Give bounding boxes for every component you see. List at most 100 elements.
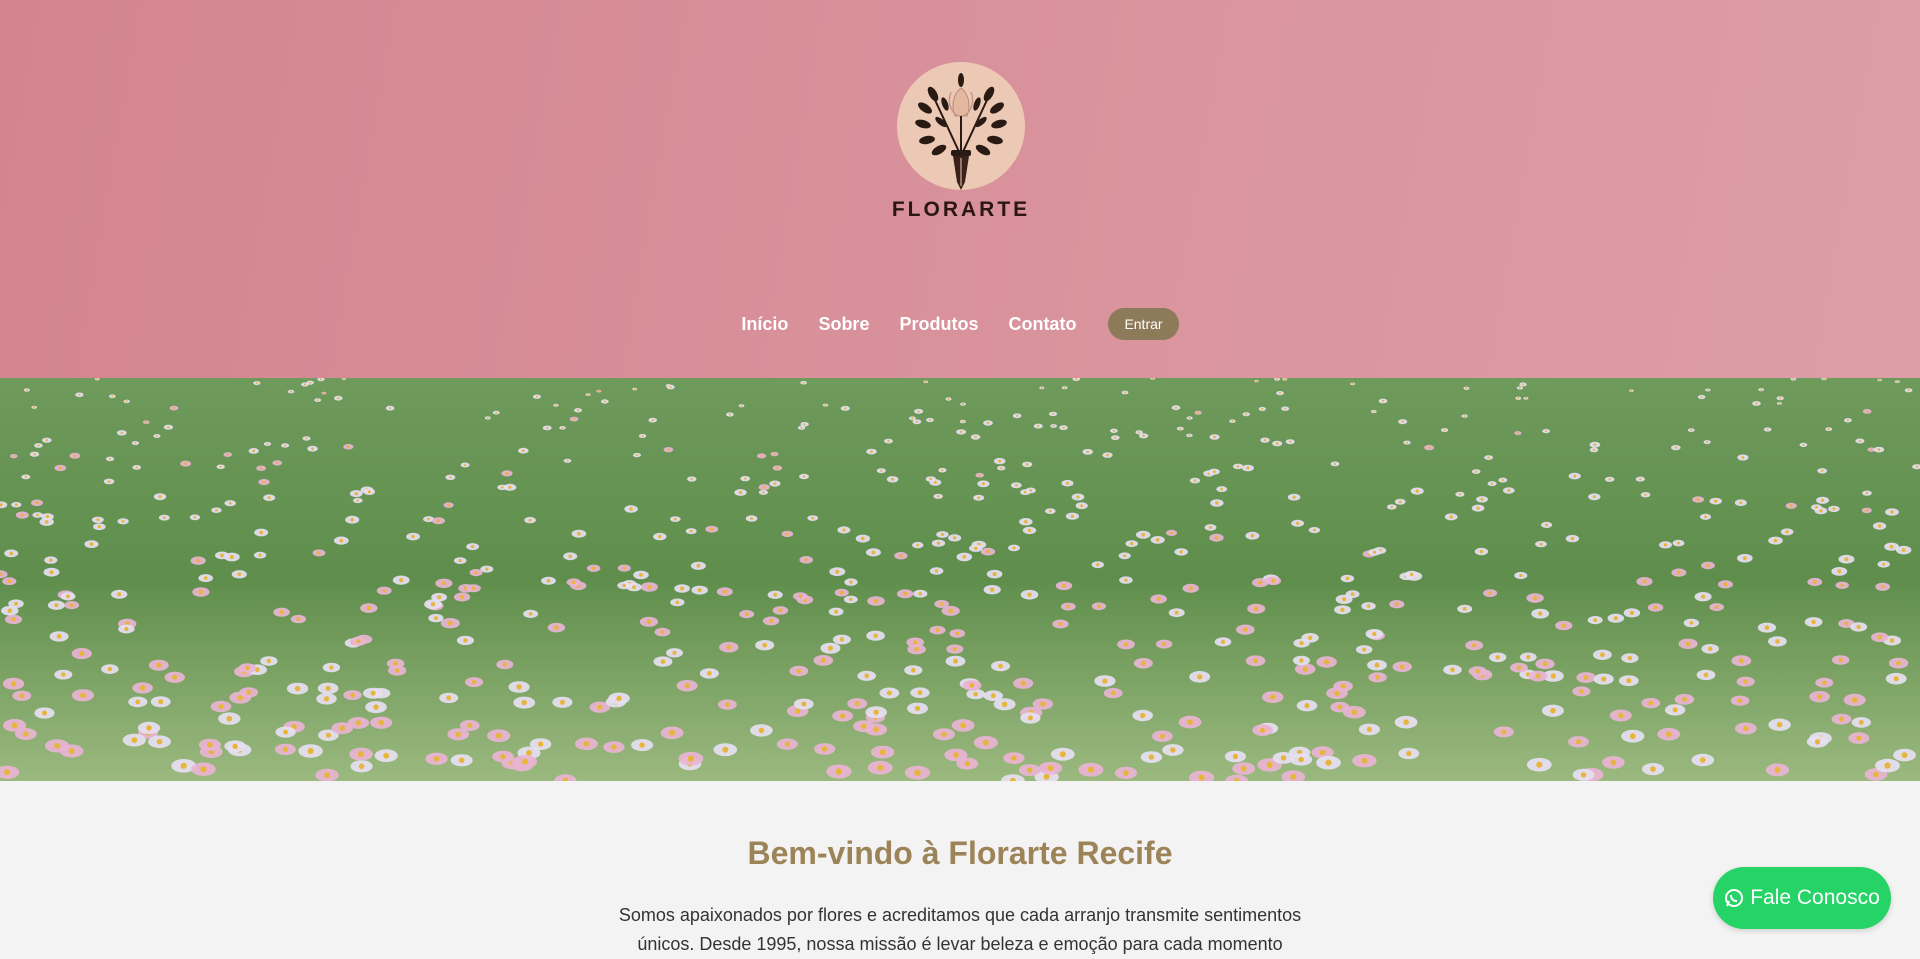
flower-center [167,426,170,429]
flower-center [778,608,783,613]
flower-center [854,701,860,707]
flower-center [1613,616,1618,621]
flower-center [1488,591,1492,595]
flower-center [849,597,853,602]
flower-center [107,480,111,483]
flower-center [1106,453,1109,457]
flower-center [647,584,652,590]
flower-center [554,404,557,407]
flower-center [554,625,559,630]
flower-center [311,447,314,450]
flower-center [1870,448,1873,451]
flower-center [1052,412,1054,415]
flower-center [7,608,12,613]
flower-center [117,592,122,597]
nav-link-sobre[interactable]: Sobre [818,314,869,335]
flower-center [1261,407,1264,410]
flower-center [794,708,801,714]
flower-center [1877,635,1883,640]
flower-center [1741,456,1745,459]
flower-center [1593,618,1598,622]
flower-center [1742,556,1747,561]
flower-center [1123,770,1129,776]
flower-center [97,525,101,529]
flower-center [877,764,884,771]
flower-center [447,503,450,507]
flower-center [14,601,18,606]
flower-center [1399,664,1405,670]
flower-center [870,450,873,453]
flower-center [495,732,502,739]
flower-center [109,457,111,460]
logo[interactable]: FLORARTE [880,60,1042,245]
flower-center [1476,506,1480,510]
flower-center [1677,541,1680,545]
flower-center [207,742,213,748]
flower-center [54,742,61,749]
flower-center [740,404,743,407]
flower-center [382,588,387,593]
flower-center [803,423,806,426]
flower-center [835,569,840,574]
flower-center [486,416,489,419]
flower-center [955,631,960,636]
flower-center [528,518,532,522]
flower-center [1775,639,1780,644]
flower-center [1501,479,1504,482]
welcome-section: Bem-vindo à Florarte Recife Somos apaixo… [0,781,1920,958]
flower-center [1550,707,1556,714]
flower-center [728,413,731,416]
flower-center [632,585,636,589]
flower-center [1062,583,1066,588]
nav-link-contato[interactable]: Contato [1008,314,1076,335]
flower-center [125,400,128,403]
login-button[interactable]: Entrar [1108,308,1179,340]
flower-center [69,603,74,607]
flower-center [1298,756,1304,763]
flower-center [1325,759,1332,766]
flower-center [1522,383,1524,386]
nav-link-produtos[interactable]: Produtos [899,314,978,335]
flower-center [1714,605,1719,609]
nav-link-inicio[interactable]: Início [741,314,788,335]
flower-center [762,642,768,648]
flower-center [24,475,27,478]
flower-center [1685,641,1691,647]
flower-center [354,492,358,496]
flower-center [1279,392,1281,395]
flower-center [1284,407,1287,410]
flower-center [674,517,677,521]
flower-center [1138,431,1141,434]
flower-center [1096,563,1100,567]
flower-center [1672,707,1678,713]
flower-center [1644,493,1647,496]
flower-center [1123,554,1127,558]
flower-center [378,719,385,726]
flower-center [1760,388,1763,391]
flower-center [305,437,308,440]
flower-center [903,591,908,596]
flower-center [1501,729,1507,735]
flower-center [259,530,264,535]
whatsapp-contact-button[interactable]: Fale Conosco [1713,867,1891,929]
flower-center [773,592,778,597]
flower-center [303,383,306,386]
flower-center [796,668,802,674]
flower-center [1012,546,1016,550]
flower-center [592,566,596,570]
flower-center [1253,606,1259,611]
flower-center [508,485,512,489]
flower-center [940,532,945,537]
flower-center [1253,658,1258,664]
flower-center [1700,757,1706,763]
welcome-title: Bem-vindo à Florarte Recife [747,835,1173,871]
flower-center [1785,530,1789,534]
flower-center [1570,536,1575,541]
flower-center [1739,501,1743,505]
flower-center [1059,751,1066,758]
flower-center [1755,402,1758,405]
flower-center [471,545,475,549]
flower-center [1524,397,1527,400]
flower-center [804,558,808,562]
flower-center [124,627,129,631]
